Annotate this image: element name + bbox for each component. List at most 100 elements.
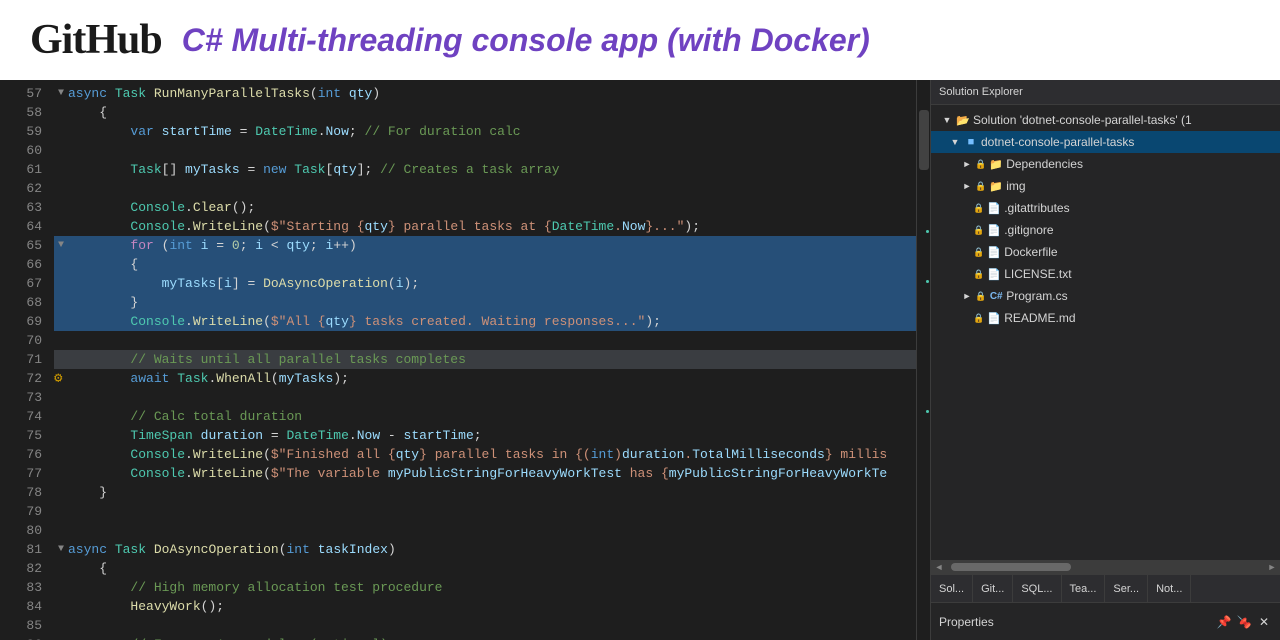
code-line-58: { — [54, 103, 916, 122]
code-lines[interactable]: ▼ async Task RunManyParallelTasks(int qt… — [50, 80, 916, 640]
line-num-63: 63 — [0, 198, 42, 217]
code-line-84: HeavyWork(); — [54, 597, 916, 616]
code-line-69: Console.WriteLine($"All {qty} tasks crea… — [54, 312, 916, 331]
line-num-86: 86 — [0, 635, 42, 640]
line-num-57: 57 — [0, 84, 42, 103]
solution-tree[interactable]: ▼ 📂 Solution 'dotnet-console-parallel-ta… — [931, 105, 1280, 560]
line-num-82: 82 — [0, 559, 42, 578]
tree-item-program-cs[interactable]: ► 🔒 C# Program.cs — [931, 285, 1280, 307]
tree-item-readme[interactable]: 🔒 📄 README.md — [931, 307, 1280, 329]
code-line-75: TimeSpan duration = DateTime.Now - start… — [54, 426, 916, 445]
program-cs-label: Program.cs — [1006, 289, 1067, 303]
tab-solution[interactable]: Sol... — [931, 575, 973, 603]
scroll-right-arrow[interactable]: ► — [1265, 560, 1279, 574]
scroll-marker-2 — [926, 280, 929, 283]
code-line-63: Console.Clear(); — [54, 198, 916, 217]
project-icon: ■ — [963, 134, 979, 150]
expand-icon-img[interactable]: ► — [959, 178, 975, 194]
code-line-83: // High memory allocation test procedure — [54, 578, 916, 597]
line-numbers: 57 58 59 60 61 62 63 64 65 66 67 68 69 7… — [0, 80, 50, 640]
properties-panel: Properties 📌 📌 ✕ — [931, 602, 1280, 640]
code-line-76: Console.WriteLine($"Finished all {qty} p… — [54, 445, 916, 464]
fold-icon-81[interactable]: ▼ — [54, 543, 68, 557]
file-icon-gitattributes: 📄 — [986, 200, 1002, 216]
license-label: LICENSE.txt — [1004, 267, 1071, 281]
breakpoint-icon-72: ⚙ — [54, 372, 68, 386]
line-num-77: 77 — [0, 464, 42, 483]
code-line-74: // Calc total duration — [54, 407, 916, 426]
line-num-80: 80 — [0, 521, 42, 540]
line-num-62: 62 — [0, 179, 42, 198]
expand-icon-deps[interactable]: ► — [959, 156, 975, 172]
h-scroll-thumb — [951, 563, 1071, 571]
file-icon-gitignore: 📄 — [986, 222, 1002, 238]
line-num-83: 83 — [0, 578, 42, 597]
code-line-78: } — [54, 483, 916, 502]
expand-icon-solution[interactable]: ▼ — [939, 112, 955, 128]
tab-not[interactable]: Not... — [1148, 575, 1191, 603]
tree-item-dependencies[interactable]: ► 🔒 📁 Dependencies — [931, 153, 1280, 175]
line-num-70: 70 — [0, 331, 42, 350]
lock-icon-gitattributes: 🔒 — [973, 203, 984, 214]
line-num-66: 66 — [0, 255, 42, 274]
github-logo: GitHub — [30, 16, 162, 64]
tree-item-solution[interactable]: ▼ 📂 Solution 'dotnet-console-parallel-ta… — [931, 109, 1280, 131]
se-horizontal-scrollbar[interactable]: ◄ ► — [931, 560, 1280, 574]
editor-vertical-scrollbar[interactable] — [916, 80, 930, 640]
tab-sql[interactable]: SQL... — [1013, 575, 1061, 603]
lock-icon-license: 🔒 — [973, 269, 984, 280]
scroll-left-arrow[interactable]: ◄ — [932, 560, 946, 574]
folder-icon-img: 📁 — [988, 178, 1004, 194]
tree-item-dockerfile[interactable]: 🔒 📄 Dockerfile — [931, 241, 1280, 263]
tree-item-project[interactable]: ▼ ■ dotnet-console-parallel-tasks — [931, 131, 1280, 153]
tab-git[interactable]: Git... — [973, 575, 1013, 603]
lock-icon-img: 🔒 — [975, 181, 986, 192]
close-icon[interactable]: ✕ — [1256, 614, 1272, 630]
header: GitHub C# Multi-threading console app (w… — [0, 0, 1280, 80]
bottom-tabs: Sol... Git... SQL... Tea... Ser... Not..… — [931, 574, 1280, 602]
line-num-75: 75 — [0, 426, 42, 445]
code-line-79 — [54, 502, 916, 521]
pin-icon[interactable]: 📌 — [1216, 614, 1232, 630]
solution-explorer-header: Solution Explorer — [931, 80, 1280, 105]
file-icon-license: 📄 — [986, 266, 1002, 282]
code-line-85 — [54, 616, 916, 635]
properties-icons: 📌 📌 ✕ — [1216, 614, 1272, 630]
fold-icon-65[interactable]: ▼ — [54, 239, 68, 253]
main-container: 57 58 59 60 61 62 63 64 65 66 67 68 69 7… — [0, 80, 1280, 640]
tree-item-license[interactable]: 🔒 📄 LICENSE.txt — [931, 263, 1280, 285]
tree-item-gitignore[interactable]: 🔒 📄 .gitignore — [931, 219, 1280, 241]
fold-icon-57[interactable]: ▼ — [54, 87, 68, 101]
code-line-86: // Force a 1 sec delay (optional) — [54, 635, 916, 640]
tab-team[interactable]: Tea... — [1062, 575, 1106, 603]
expand-icon-project[interactable]: ▼ — [947, 134, 963, 150]
line-num-71: 71 — [0, 350, 42, 369]
line-num-72: 72 — [0, 369, 42, 388]
code-line-67: myTasks[i] = DoAsyncOperation(i); — [54, 274, 916, 293]
line-num-60: 60 — [0, 141, 42, 160]
line-num-84: 84 — [0, 597, 42, 616]
tab-server[interactable]: Ser... — [1105, 575, 1148, 603]
code-line-72: ⚙ await Task.WhenAll(myTasks); — [54, 369, 916, 388]
pin-down-icon[interactable]: 📌 — [1236, 614, 1252, 630]
code-area[interactable]: 57 58 59 60 61 62 63 64 65 66 67 68 69 7… — [0, 80, 930, 640]
tree-item-gitattributes[interactable]: 🔒 📄 .gitattributes — [931, 197, 1280, 219]
code-line-65: ▼ for (int i = 0; i < qty; i++) — [54, 236, 916, 255]
line-num-79: 79 — [0, 502, 42, 521]
scroll-marker-3 — [926, 410, 929, 413]
code-line-66: { — [54, 255, 916, 274]
tree-item-img[interactable]: ► 🔒 📁 img — [931, 175, 1280, 197]
project-label: dotnet-console-parallel-tasks — [981, 135, 1134, 149]
code-line-81: ▼ async Task DoAsyncOperation(int taskIn… — [54, 540, 916, 559]
solution-explorer-title: Solution Explorer — [939, 86, 1023, 98]
lock-icon-program: 🔒 — [975, 291, 986, 302]
line-num-59: 59 — [0, 122, 42, 141]
gitattributes-label: .gitattributes — [1004, 201, 1069, 215]
md-icon-readme: 📄 — [986, 310, 1002, 326]
line-num-67: 67 — [0, 274, 42, 293]
line-num-85: 85 — [0, 616, 42, 635]
code-line-73 — [54, 388, 916, 407]
code-line-57: ▼ async Task RunManyParallelTasks(int qt… — [54, 84, 916, 103]
expand-icon-program[interactable]: ► — [959, 288, 975, 304]
dockerfile-label: Dockerfile — [1004, 245, 1057, 259]
